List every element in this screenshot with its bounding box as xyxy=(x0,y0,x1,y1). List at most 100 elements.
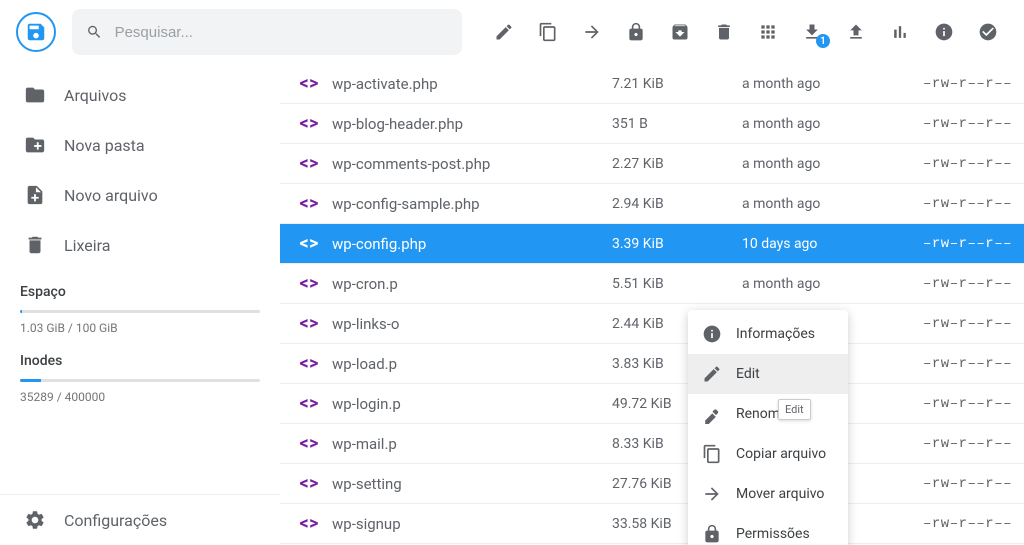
file-permissions: –rw–r––r–– xyxy=(892,436,1012,452)
file-size: 3.39 KiB xyxy=(612,236,742,252)
file-size: 2.94 KiB xyxy=(612,196,742,212)
file-name: wp-config-sample.php xyxy=(332,195,612,213)
file-row[interactable]: < >wp-login.p49.72 KiBa month ago–rw–r––… xyxy=(280,384,1024,424)
sidebar-item-settings[interactable]: Configurações xyxy=(0,495,280,545)
file-name: wp-setting xyxy=(332,475,612,493)
context-menu-item-move[interactable]: Mover arquivo xyxy=(688,474,848,514)
file-modified: a month ago xyxy=(742,76,892,92)
upload-button[interactable] xyxy=(844,20,868,44)
move-icon xyxy=(702,484,722,504)
file-permissions: –rw–r––r–– xyxy=(892,196,1012,212)
sidebar-item-trash[interactable]: Lixeira xyxy=(0,220,280,270)
file-modified: a month ago xyxy=(742,156,892,172)
context-menu-label: Edit xyxy=(736,366,760,382)
code-icon: < > xyxy=(284,153,332,174)
file-row[interactable]: < >wp-cron.p5.51 KiBa month ago–rw–r––r–… xyxy=(280,264,1024,304)
code-icon: < > xyxy=(284,433,332,454)
sidebar-item-new-folder[interactable]: Nova pasta xyxy=(0,120,280,170)
app-logo[interactable] xyxy=(16,12,56,52)
sidebar-item-label: Lixeira xyxy=(64,236,110,255)
file-row[interactable]: < >wp-links-o2.44 KiBa month ago–rw–r––r… xyxy=(280,304,1024,344)
file-modified: 10 days ago xyxy=(742,236,892,252)
file-permissions: –rw–r––r–– xyxy=(892,396,1012,412)
search-input[interactable] xyxy=(115,24,448,41)
inodes-fill xyxy=(20,379,41,382)
sidebar-item-label: Novo arquivo xyxy=(64,186,158,205)
code-icon: < > xyxy=(284,313,332,334)
file-list: < >wp-activate.php7.21 KiBa month ago–rw… xyxy=(280,64,1024,544)
new-file-icon xyxy=(24,184,46,206)
file-row[interactable]: < >wp-setting27.76 KiBa month ago–rw–r––… xyxy=(280,464,1024,504)
code-icon: < > xyxy=(284,393,332,414)
file-name: wp-mail.p xyxy=(332,435,612,453)
search-icon xyxy=(86,23,103,41)
file-modified: a month ago xyxy=(742,116,892,132)
context-menu-label: Informações xyxy=(736,326,815,342)
space-fill xyxy=(20,310,22,313)
code-icon: < > xyxy=(284,513,332,534)
file-row[interactable]: < >wp-mail.p8.33 KiBa month ago–rw–r––r–… xyxy=(280,424,1024,464)
copy-button[interactable] xyxy=(536,20,560,44)
sidebar-item-label: Nova pasta xyxy=(64,136,145,155)
download-button[interactable]: 1 xyxy=(800,20,824,44)
search-box[interactable] xyxy=(72,9,462,55)
edit-icon xyxy=(702,364,722,384)
context-menu-item-rename[interactable]: Renomear xyxy=(688,394,848,434)
info-button[interactable] xyxy=(932,20,956,44)
folder-icon xyxy=(24,84,46,106)
file-name: wp-comments-post.php xyxy=(332,155,612,173)
archive-button[interactable] xyxy=(668,20,692,44)
file-row[interactable]: < >wp-activate.php7.21 KiBa month ago–rw… xyxy=(280,64,1024,104)
file-permissions: –rw–r––r–– xyxy=(892,276,1012,292)
sidebar-item-new-file[interactable]: Novo arquivo xyxy=(0,170,280,220)
context-menu-item-copy[interactable]: Copiar arquivo xyxy=(688,434,848,474)
permissions-button[interactable] xyxy=(624,20,648,44)
sidebar: Arquivos Nova pasta Novo arquivo Lixeira… xyxy=(0,64,280,545)
file-permissions: –rw–r––r–– xyxy=(892,116,1012,132)
lock-icon xyxy=(702,524,722,544)
edit-button[interactable] xyxy=(492,20,516,44)
delete-button[interactable] xyxy=(712,20,736,44)
file-size: 7.21 KiB xyxy=(612,76,742,92)
context-menu: InformaçõesEditRenomearCopiar arquivoMov… xyxy=(688,310,848,545)
stats-button[interactable] xyxy=(888,20,912,44)
context-menu-item-info[interactable]: Informações xyxy=(688,314,848,354)
rename-icon xyxy=(702,404,722,424)
move-button[interactable] xyxy=(580,20,604,44)
inodes-label: Inodes xyxy=(20,353,260,369)
context-menu-label: Permissões xyxy=(736,526,810,542)
file-row[interactable]: < >wp-signup33.58 KiBa month ago–rw–r––r… xyxy=(280,504,1024,544)
file-size: 5.51 KiB xyxy=(612,276,742,292)
file-size: 351 B xyxy=(612,116,742,132)
inodes-stats: Inodes 35289 / 400000 xyxy=(0,339,280,408)
sidebar-item-label: Configurações xyxy=(64,511,167,530)
grid-view-button[interactable] xyxy=(756,20,780,44)
file-name: wp-blog-header.php xyxy=(332,115,612,133)
code-icon: < > xyxy=(284,113,332,134)
file-row[interactable]: < >wp-blog-header.php351 Ba month ago–rw… xyxy=(280,104,1024,144)
file-name: wp-links-o xyxy=(332,315,612,333)
file-row[interactable]: < >wp-config-sample.php2.94 KiBa month a… xyxy=(280,184,1024,224)
copy-icon xyxy=(702,444,722,464)
file-name: wp-cron.p xyxy=(332,275,612,293)
select-all-button[interactable] xyxy=(976,20,1000,44)
code-icon: < > xyxy=(284,273,332,294)
download-badge: 1 xyxy=(816,34,830,48)
file-name: wp-load.p xyxy=(332,355,612,373)
tooltip: Edit xyxy=(778,399,811,420)
file-name: wp-config.php xyxy=(332,235,612,253)
context-menu-item-edit[interactable]: Edit xyxy=(688,354,848,394)
file-row[interactable]: < >wp-load.p3.83 KiBa month ago–rw–r––r–… xyxy=(280,344,1024,384)
info-icon xyxy=(702,324,722,344)
new-folder-icon xyxy=(24,134,46,156)
file-row[interactable]: < >wp-comments-post.php2.27 KiBa month a… xyxy=(280,144,1024,184)
inodes-bar xyxy=(20,379,260,382)
file-permissions: –rw–r––r–– xyxy=(892,316,1012,332)
file-name: wp-signup xyxy=(332,515,612,533)
context-menu-item-lock[interactable]: Permissões xyxy=(688,514,848,545)
code-icon: < > xyxy=(284,353,332,374)
space-label: Espaço xyxy=(20,284,260,300)
file-row[interactable]: < >wp-config.php3.39 KiB10 days ago–rw–r… xyxy=(280,224,1024,264)
inodes-text: 35289 / 400000 xyxy=(20,390,260,404)
sidebar-item-files[interactable]: Arquivos xyxy=(0,70,280,120)
